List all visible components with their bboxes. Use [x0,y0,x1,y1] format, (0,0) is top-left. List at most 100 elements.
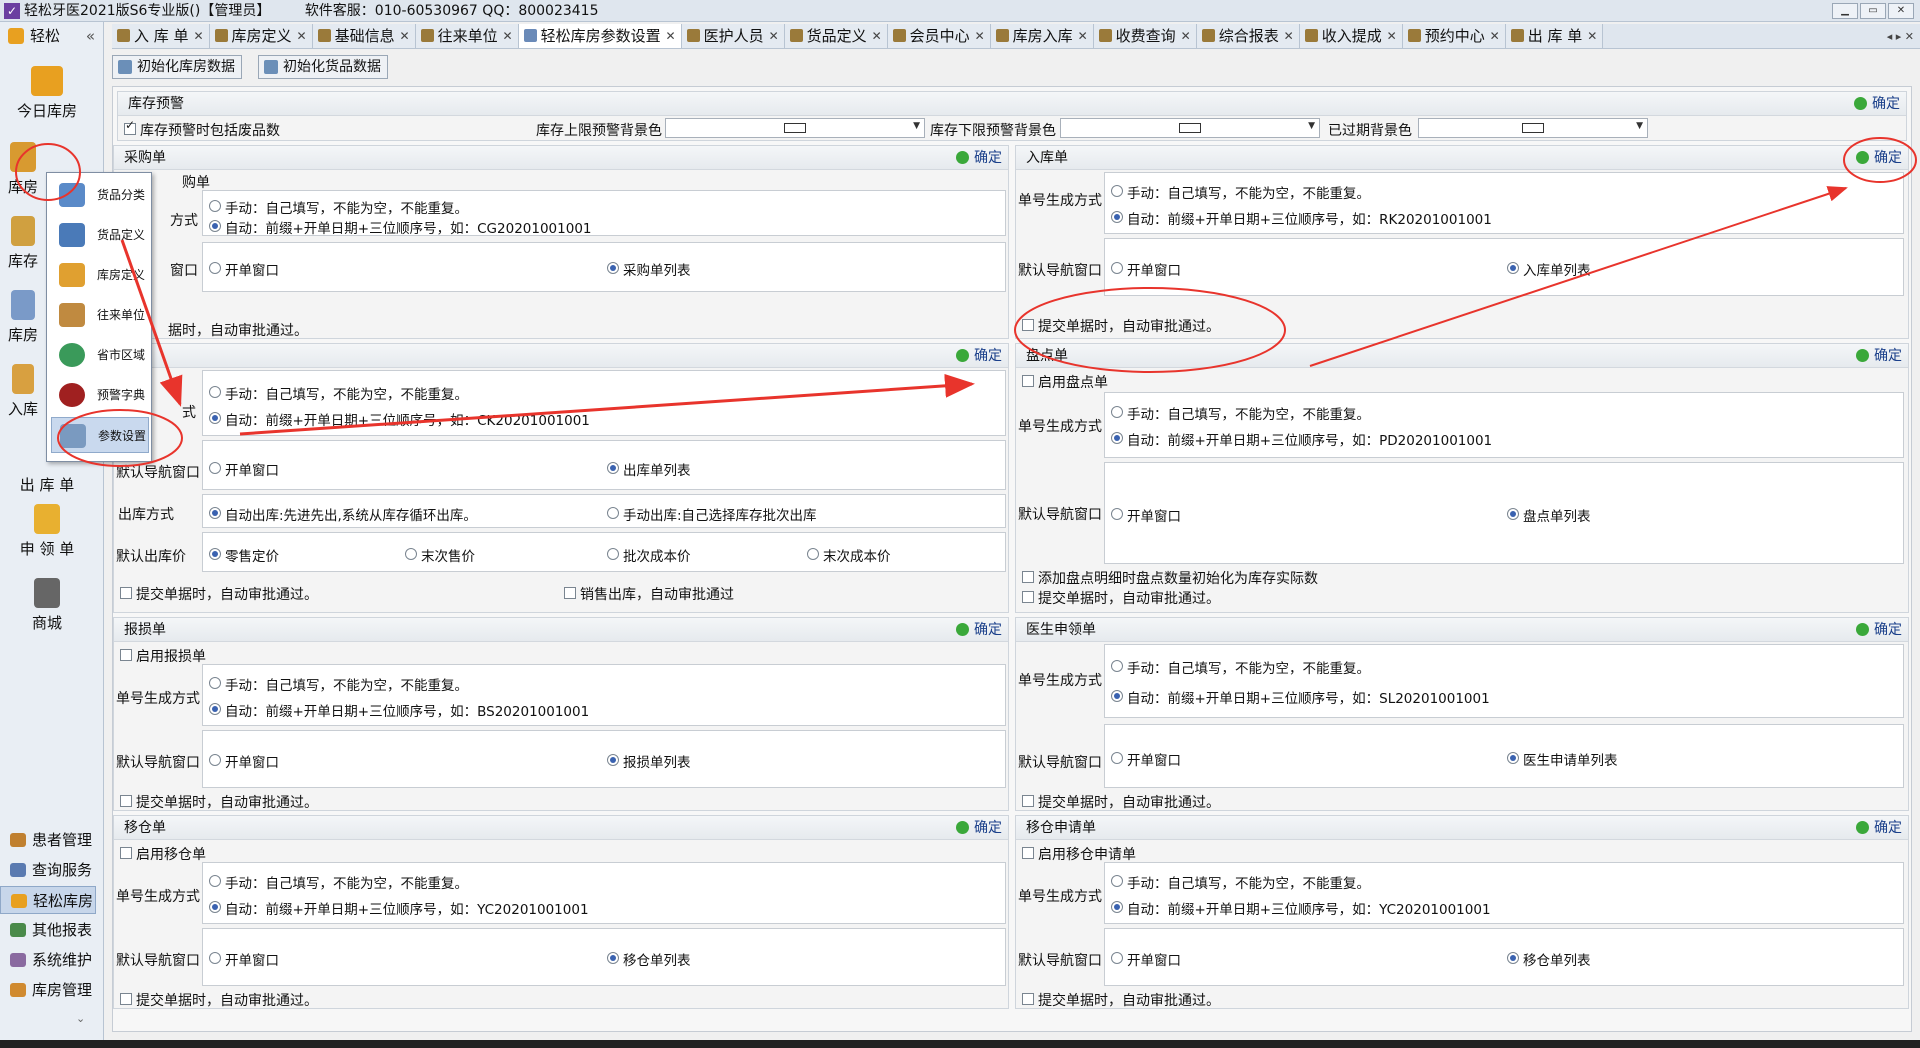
nav-query-service[interactable]: 查询服务 [0,856,96,884]
tab-partners[interactable]: 往来单位 ✕ [415,24,519,48]
auto-out-radio[interactable]: 自动出库:先进先出,系统从库存循环出库。 [209,504,477,524]
tab-close-icon[interactable]: ✕ [1387,24,1397,48]
menu-regions[interactable]: 省市区域 [51,337,149,373]
expired-bg-color-select[interactable]: ▼ [1418,118,1648,138]
nav-mall[interactable]: 商城 [0,578,94,633]
submit-auto-checkbox[interactable]: 提交单据时，自动审批通过。 [120,792,318,812]
confirm-button[interactable]: 确定 [956,816,1002,840]
tab-close-icon[interactable]: ✕ [1490,24,1500,48]
manual-radio[interactable]: 手动：自己填写，不能为空，不能重复。 [209,383,468,403]
submit-auto-checkbox[interactable]: 提交单据时，自动审批通过。 [120,584,318,604]
nav-stock[interactable]: 库存 [0,216,46,271]
menu-warning-dictionary[interactable]: 预警字典 [51,377,149,413]
stocktake-list-radio[interactable]: 盘点单列表 [1507,505,1591,525]
purchase-list-radio[interactable]: 采购单列表 [607,259,691,279]
last-cost-radio[interactable]: 末次成本价 [807,545,891,565]
transfer-request-list-radio[interactable]: 移仓单列表 [1507,949,1591,969]
manual-radio[interactable]: 手动：自己填写，不能为空，不能重复。 [1111,182,1370,202]
open-window-radio[interactable]: 开单窗口 [209,751,279,771]
tab-basic-info[interactable]: 基础信息 ✕ [312,24,416,48]
init-goods-button[interactable]: 初始化货品数据 [258,55,388,79]
confirm-button[interactable]: 确定 [1856,618,1902,642]
outbound-list-radio[interactable]: 出库单列表 [607,459,691,479]
damage-list-radio[interactable]: 报损单列表 [607,751,691,771]
sales-auto-checkbox[interactable]: 销售出库，自动审批通过 [564,584,734,604]
open-window-radio[interactable]: 开单窗口 [209,459,279,479]
close-window-button[interactable]: ✕ [1888,3,1914,19]
nav-requisition[interactable]: 申 领 单 [0,504,94,559]
tab-close-icon[interactable]: ✕ [193,24,203,48]
manual-out-radio[interactable]: 手动出库:自己选择库存批次出库 [607,504,817,524]
confirm-button[interactable]: 确定 [1856,344,1902,368]
confirm-button[interactable]: 确定 [956,344,1002,368]
auto-radio[interactable]: 自动：前缀+开单日期+三位顺序号，如：YC20201001001 [1111,898,1491,918]
open-window-radio[interactable]: 开单窗口 [209,259,279,279]
tab-navigation[interactable]: ◂ ▸ ✕ [1887,24,1914,49]
nav-other-reports[interactable]: 其他报表 [0,916,96,944]
tab-close-icon[interactable]: ✕ [872,24,882,48]
more-icon[interactable]: ⌄ [76,1012,85,1025]
tab-close-icon[interactable]: ✕ [666,24,676,48]
tab-warehouse-settings[interactable]: 轻松库房参数设置 ✕ [518,24,682,48]
tab-member-center[interactable]: 会员中心 ✕ [887,24,991,48]
auto-radio[interactable]: 自动：前缀+开单日期+三位顺序号，如：PD20201001001 [1111,429,1492,449]
confirm-button[interactable]: 确定 [1856,816,1902,840]
tab-close-icon[interactable]: ✕ [400,24,410,48]
open-window-radio[interactable]: 开单窗口 [1111,749,1181,769]
open-window-radio[interactable]: 开单窗口 [1111,259,1181,279]
confirm-button[interactable]: 确定 [956,618,1002,642]
upper-bg-color-select[interactable]: ▼ [665,118,925,138]
manual-radio[interactable]: 手动：自己填写，不能为空，不能重复。 [1111,403,1370,423]
lower-bg-color-select[interactable]: ▼ [1060,118,1320,138]
nav-warehouse[interactable]: 库房 [0,142,46,197]
tab-close-icon[interactable]: ✕ [503,24,513,48]
tab-appointment[interactable]: 预约中心 ✕ [1402,24,1506,48]
last-sale-price-radio[interactable]: 末次售价 [405,545,475,565]
submit-auto-checkbox[interactable]: 提交单据时，自动审批通过。 [1022,316,1220,336]
transfer-list-radio[interactable]: 移仓单列表 [607,949,691,969]
submit-auto-checkbox[interactable]: 提交单据时，自动审批通过。 [1022,792,1220,812]
tab-outbound-order[interactable]: 出 库 单 ✕ [1505,24,1604,48]
init-qty-checkbox[interactable]: 添加盘点明细时盘点数量初始化为库存实际数 [1022,568,1318,588]
submit-auto-checkbox[interactable]: 提交单据时，自动审批通过。 [120,990,318,1010]
tab-close-icon[interactable]: ✕ [1284,24,1294,48]
open-window-radio[interactable]: 开单窗口 [1111,505,1181,525]
tab-warehouse-def[interactable]: 库房定义 ✕ [209,24,313,48]
tab-close-icon[interactable]: ✕ [1078,24,1088,48]
auto-radio[interactable]: 自动：前缀+开单日期+三位顺序号，如：CG20201001001 [209,217,592,237]
menu-goods-category[interactable]: 货品分类 [51,177,149,213]
enable-stocktake-checkbox[interactable]: 启用盘点单 [1022,372,1108,392]
retail-price-radio[interactable]: 零售定价 [209,545,279,565]
open-window-radio[interactable]: 开单窗口 [1111,949,1181,969]
tab-close-icon[interactable]: ✕ [769,24,779,48]
tab-close-icon[interactable]: ✕ [1181,24,1191,48]
collapse-icon[interactable]: « [86,22,95,50]
tab-reports[interactable]: 综合报表 ✕ [1196,24,1300,48]
include-waste-checkbox[interactable]: 库存预警时包括废品数 [124,118,280,140]
batch-cost-radio[interactable]: 批次成本价 [607,545,691,565]
tab-close-icon[interactable]: ✕ [297,24,307,48]
nav-system-maintenance[interactable]: 系统维护 [0,946,96,974]
menu-goods-definition[interactable]: 货品定义 [51,217,149,253]
inbound-list-radio[interactable]: 入库单列表 [1507,259,1591,279]
maximize-button[interactable]: ▭ [1860,3,1886,19]
manual-radio[interactable]: 手动：自己填写，不能为空，不能重复。 [1111,872,1370,892]
nav-warehouse-2[interactable]: 库房 [0,290,46,345]
minimize-button[interactable]: ▁ [1832,3,1858,19]
auto-radio[interactable]: 自动：前缀+开单日期+三位顺序号，如：YC20201001001 [209,898,589,918]
confirm-button[interactable]: 确定 [1856,146,1902,170]
menu-partners[interactable]: 往来单位 [51,297,149,333]
manual-radio[interactable]: 手动：自己填写，不能为空，不能重复。 [1111,657,1370,677]
tab-fee-query[interactable]: 收费查询 ✕ [1093,24,1197,48]
enable-transfer-request-checkbox[interactable]: 启用移仓申请单 [1022,844,1136,864]
auto-radio[interactable]: 自动：前缀+开单日期+三位顺序号，如：CK20201001001 [209,409,590,429]
requisition-list-radio[interactable]: 医生申请单列表 [1507,749,1618,769]
tab-warehouse-inbound[interactable]: 库房入库 ✕ [990,24,1094,48]
auto-radio[interactable]: 自动：前缀+开单日期+三位顺序号，如：RK20201001001 [1111,208,1492,228]
nav-today-warehouse[interactable]: 今日库房 [0,66,94,121]
nav-warehouse-management[interactable]: 库房管理 [0,976,96,1004]
tab-close-icon[interactable]: ✕ [975,24,985,48]
confirm-button[interactable]: 确定 [956,146,1002,170]
init-warehouse-button[interactable]: 初始化库房数据 [112,55,242,79]
submit-auto-checkbox[interactable]: 提交单据时，自动审批通过。 [1022,990,1220,1010]
